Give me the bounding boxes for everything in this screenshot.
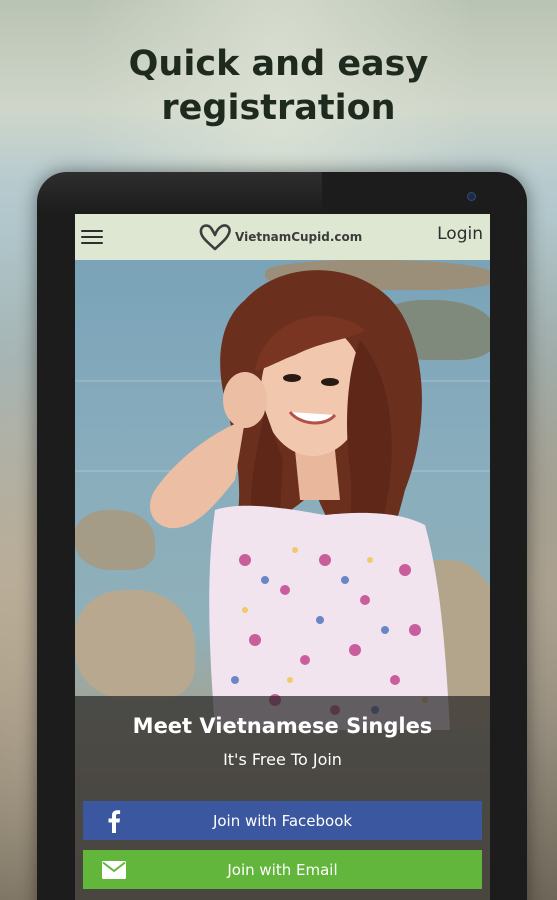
site-logo[interactable]: VietnamCupid.com: [198, 223, 362, 251]
join-facebook-button[interactable]: Join with Facebook: [83, 801, 482, 840]
login-link[interactable]: Login: [437, 224, 483, 244]
heart-logo-icon: [199, 224, 231, 251]
subtagline: It's Free To Join: [223, 750, 342, 769]
woman-illustration: [150, 270, 450, 730]
menu-line: [81, 230, 103, 232]
join-email-button[interactable]: Join with Email: [83, 850, 482, 889]
envelope-icon: [95, 857, 133, 883]
headline-line-2: registration: [161, 88, 396, 128]
tablet-camera: [467, 192, 476, 201]
facebook-button-label: Join with Facebook: [212, 811, 353, 830]
promo-headline: Quick and easy registration: [0, 42, 557, 130]
headline-line-1: Quick and easy: [128, 44, 429, 84]
hamburger-icon[interactable]: [81, 226, 103, 248]
email-button-label: Join with Email: [227, 860, 338, 879]
menu-line: [81, 242, 103, 244]
app-header: VietnamCupid.com Login: [75, 214, 490, 260]
app-screen: VietnamCupid.com Login Meet Vietnamese S…: [75, 214, 490, 900]
logo-text: VietnamCupid.com: [235, 230, 363, 244]
facebook-icon: [95, 808, 133, 834]
tablet-frame: VietnamCupid.com Login Meet Vietnamese S…: [37, 172, 527, 900]
tagline: Meet Vietnamese Singles: [132, 714, 433, 738]
tablet-shine: [37, 172, 322, 214]
menu-line: [81, 236, 103, 238]
